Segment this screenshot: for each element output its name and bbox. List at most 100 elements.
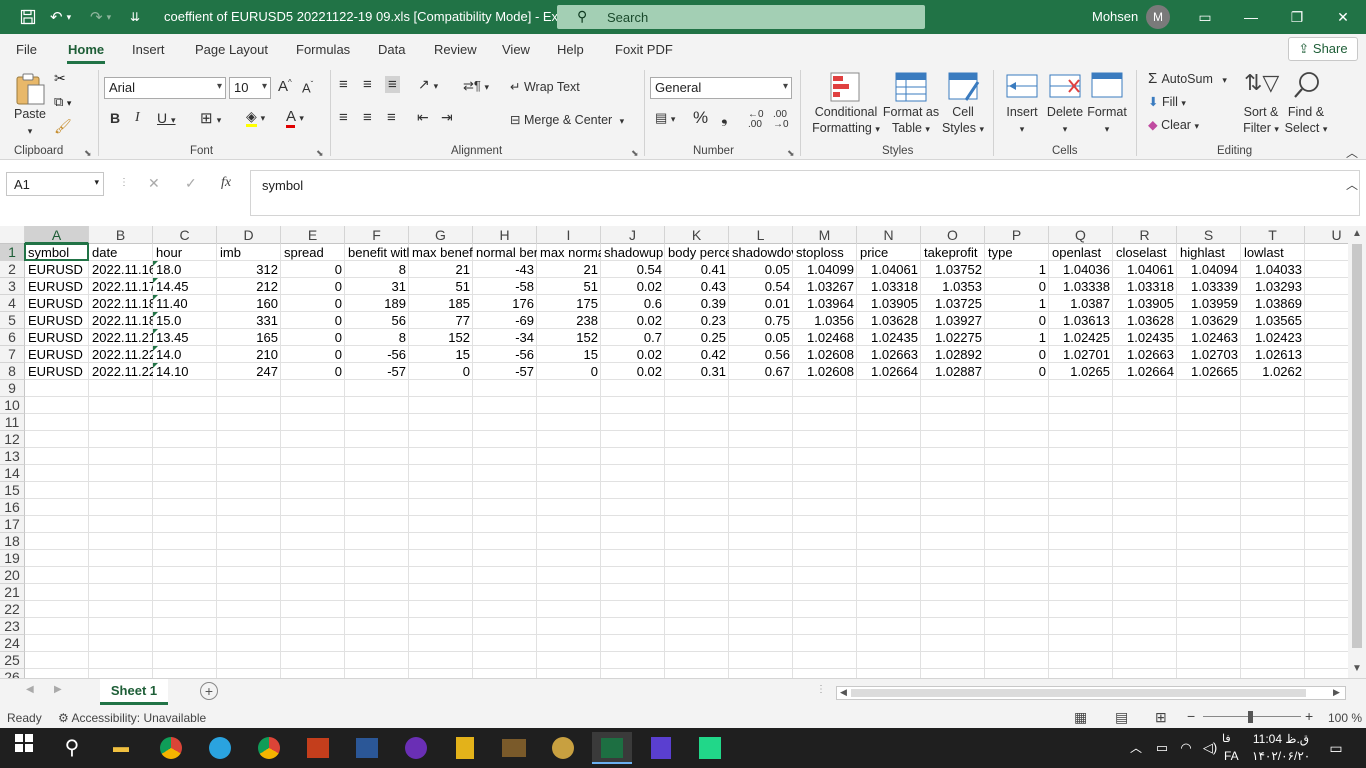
delete-button[interactable]: Delete ▾ [1043, 104, 1087, 137]
cell-s3[interactable]: 1.03339 [1177, 278, 1241, 295]
cell-p3[interactable]: 0 [985, 278, 1049, 295]
cell-r1[interactable]: closelast [1113, 244, 1177, 261]
borders-icon[interactable]: ⊞ ▾ [200, 109, 221, 127]
cell-q6[interactable]: 1.02425 [1049, 329, 1113, 346]
row-header-10[interactable]: 10 [0, 397, 25, 414]
row-header-4[interactable]: 4 [0, 295, 25, 312]
customize-quick-access-icon[interactable]: ⇊ [130, 0, 140, 34]
cell-i3[interactable]: 51 [537, 278, 601, 295]
cell-p1[interactable]: type [985, 244, 1049, 261]
merge-center-button[interactable]: ⊟ Merge & Center ▾ [510, 112, 624, 127]
cell-c6[interactable]: 13.45 [153, 329, 217, 346]
cell-f8[interactable]: -57 [345, 363, 409, 380]
zoom-in-icon[interactable]: + [1305, 708, 1313, 724]
column-header-r[interactable]: R [1113, 226, 1177, 244]
minimize-icon[interactable]: — [1228, 0, 1274, 34]
row-header-11[interactable]: 11 [0, 414, 25, 431]
cell-b6[interactable]: 2022.11.21 [89, 329, 153, 346]
cell-k4[interactable]: 0.39 [665, 295, 729, 312]
user-name[interactable]: Mohsen [1092, 9, 1138, 24]
undo-icon[interactable]: ↶ ▾ [50, 0, 71, 34]
windows-start-icon[interactable] [4, 732, 44, 764]
cell-l4[interactable]: 0.01 [729, 295, 793, 312]
splitter-grip[interactable]: ⋮ [816, 684, 826, 695]
column-header-d[interactable]: D [217, 226, 281, 244]
cell-h2[interactable]: -43 [473, 261, 537, 278]
cell-s6[interactable]: 1.02463 [1177, 329, 1241, 346]
scroll-left-icon[interactable]: ◀ [840, 687, 847, 698]
cell-s2[interactable]: 1.04094 [1177, 261, 1241, 278]
cell-o7[interactable]: 1.02892 [921, 346, 985, 363]
file-explorer-icon[interactable]: ▬ [101, 732, 141, 764]
sort-filter-icon[interactable]: ⇅▽ [1244, 70, 1279, 96]
ribbon-display-icon[interactable]: ▭ [1182, 0, 1228, 34]
prev-sheet-icon[interactable]: ◀ [26, 684, 34, 695]
cell-p8[interactable]: 0 [985, 363, 1049, 380]
column-header-g[interactable]: G [409, 226, 473, 244]
column-header-f[interactable]: F [345, 226, 409, 244]
cell-i4[interactable]: 175 [537, 295, 601, 312]
format-painter-icon[interactable]: 🖌 [54, 118, 72, 135]
row-header-9[interactable]: 9 [0, 380, 25, 397]
row-header-13[interactable]: 13 [0, 448, 25, 465]
tab-foxit-pdf[interactable]: Foxit PDF [615, 42, 673, 57]
cell-p7[interactable]: 0 [985, 346, 1049, 363]
cell-j4[interactable]: 0.6 [601, 295, 665, 312]
tab-formulas[interactable]: Formulas [296, 42, 350, 57]
add-sheet-icon[interactable]: + [200, 682, 218, 700]
align-top-icon[interactable]: ≡ [339, 76, 348, 93]
cell-k8[interactable]: 0.31 [665, 363, 729, 380]
cell-t4[interactable]: 1.03869 [1241, 295, 1305, 312]
autosum-button[interactable]: Σ AutoSum ▾ [1148, 70, 1227, 87]
row-header-2[interactable]: 2 [0, 261, 25, 278]
cancel-icon[interactable]: ✕ [148, 175, 160, 192]
cell-d8[interactable]: 247 [217, 363, 281, 380]
cell-g4[interactable]: 185 [409, 295, 473, 312]
format-as-table-button[interactable]: Format as Table ▾ [880, 104, 942, 137]
cell-n8[interactable]: 1.02664 [857, 363, 921, 380]
cell-r5[interactable]: 1.03628 [1113, 312, 1177, 329]
cell-d1[interactable]: imb [217, 244, 281, 261]
insert-cells-icon[interactable] [1006, 72, 1038, 105]
column-header-l[interactable]: L [729, 226, 793, 244]
font-size-select[interactable]: 10 ▾ [229, 77, 271, 99]
share-button[interactable]: ⇪ Share [1288, 37, 1358, 61]
cell-d7[interactable]: 210 [217, 346, 281, 363]
paste-icon[interactable] [14, 72, 46, 109]
cell-j7[interactable]: 0.02 [601, 346, 665, 363]
cell-i8[interactable]: 0 [537, 363, 601, 380]
cell-a7[interactable]: EURUSD [25, 346, 89, 363]
column-header-c[interactable]: C [153, 226, 217, 244]
cell-n3[interactable]: 1.03318 [857, 278, 921, 295]
save-icon[interactable] [20, 0, 36, 34]
cell-k3[interactable]: 0.43 [665, 278, 729, 295]
cell-q2[interactable]: 1.04036 [1049, 261, 1113, 278]
zoom-out-icon[interactable]: − [1187, 708, 1195, 724]
sheet-tab-1[interactable]: Sheet 1 [100, 679, 168, 705]
row-header-12[interactable]: 12 [0, 431, 25, 448]
scroll-right-icon[interactable]: ▶ [1333, 687, 1340, 698]
clipboard-launcher-icon[interactable]: ⬊ [84, 148, 92, 159]
cell-a6[interactable]: EURUSD [25, 329, 89, 346]
cell-f3[interactable]: 31 [345, 278, 409, 295]
insert-function-icon[interactable]: fx [221, 175, 231, 191]
column-header-h[interactable]: H [473, 226, 537, 244]
cell-k5[interactable]: 0.23 [665, 312, 729, 329]
accessibility-status[interactable]: ⚙ Accessibility: Unavailable [58, 711, 206, 725]
format-cells-icon[interactable] [1091, 70, 1123, 103]
cell-n5[interactable]: 1.03628 [857, 312, 921, 329]
cell-l3[interactable]: 0.54 [729, 278, 793, 295]
tab-data[interactable]: Data [378, 42, 405, 57]
cell-styles-icon[interactable] [948, 72, 980, 105]
row-header-19[interactable]: 19 [0, 550, 25, 567]
cell-e7[interactable]: 0 [281, 346, 345, 363]
cell-t2[interactable]: 1.04033 [1241, 261, 1305, 278]
cell-q4[interactable]: 1.0387 [1049, 295, 1113, 312]
cell-o1[interactable]: takeprofit [921, 244, 985, 261]
row-header-3[interactable]: 3 [0, 278, 25, 295]
cell-l1[interactable]: shadowdov [729, 244, 793, 261]
cell-p4[interactable]: 1 [985, 295, 1049, 312]
cell-c8[interactable]: 14.10 [153, 363, 217, 380]
excel-icon[interactable] [592, 732, 632, 764]
cell-f7[interactable]: -56 [345, 346, 409, 363]
